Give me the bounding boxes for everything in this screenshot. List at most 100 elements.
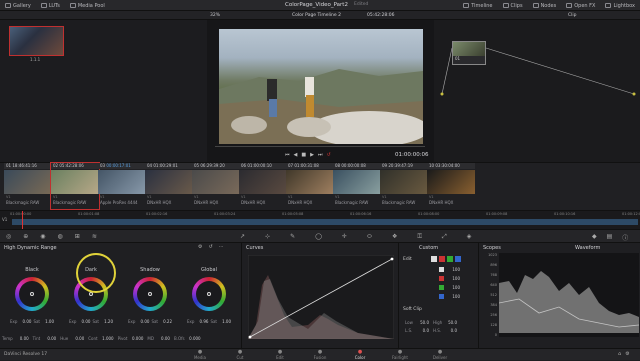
camera-raw-icon[interactable]: ◎ — [6, 233, 11, 240]
clip-07[interactable]: 07 01:00:31:08 V1 DNxHR HQX — [286, 163, 334, 209]
md-value[interactable]: 0.00 — [158, 336, 170, 342]
wheel-puck[interactable] — [148, 292, 152, 296]
page-tab-deliver[interactable]: ● Deliver — [420, 349, 460, 361]
page-tab-color[interactable]: ● Color — [340, 349, 380, 361]
node-01[interactable]: 01 — [452, 41, 486, 65]
curves-icon[interactable]: ↗ — [240, 233, 245, 241]
curves-graph[interactable] — [248, 255, 394, 339]
channel-red-swatch[interactable] — [439, 256, 445, 262]
channel-value[interactable]: 100 — [448, 267, 460, 272]
3d-icon[interactable]: ◈ — [467, 233, 472, 241]
hdr-reset-icon[interactable]: ↺ — [208, 244, 212, 250]
node-graph[interactable]: 01 — [434, 20, 640, 162]
wheel-puck[interactable] — [30, 292, 34, 296]
primaries-icon[interactable]: ◉ — [40, 233, 45, 240]
hs-value[interactable]: 0.0 — [445, 328, 457, 333]
ls-value[interactable]: 0.0 — [417, 328, 429, 333]
motion-effects-icon[interactable]: ≋ — [92, 233, 97, 240]
channel-blue-swatch[interactable] — [455, 256, 461, 262]
exp-value[interactable]: 0.00 — [137, 319, 150, 324]
gallery-still[interactable] — [9, 26, 64, 56]
mini-timeline[interactable]: 01:00:00:00 01:00:01:08 01:00:02:16 01:00:0… — [0, 210, 640, 229]
scopes-icon[interactable]: ▤ — [607, 233, 613, 242]
hdr-more-icon[interactable]: ⋯ — [219, 244, 224, 250]
media-pool-button[interactable]: Media Pool — [65, 0, 110, 11]
play-icon[interactable]: ▶ — [310, 152, 314, 158]
clip-01[interactable]: 01 18:46:41:16 V1 Blackmagic RAW — [4, 163, 52, 209]
page-tab-fairlight[interactable]: ● Fairlight — [380, 349, 420, 361]
color-warper-icon[interactable]: ⊹ — [265, 233, 270, 241]
channel-value[interactable]: 100 — [448, 294, 460, 299]
clip-02[interactable]: 02 05:42:28:06 V1 Blackmagic RAW — [50, 162, 100, 210]
clip-04[interactable]: 04 01:00:29:01 V1 DNxHR HQX — [145, 163, 193, 209]
color-wheel[interactable] — [133, 277, 167, 311]
exp-value[interactable]: 0.00 — [78, 319, 91, 324]
blur-icon[interactable]: ❖ — [392, 233, 397, 241]
channel-value[interactable]: 100 — [448, 276, 460, 281]
tint-value[interactable]: 0.00 — [44, 336, 56, 342]
home-icon[interactable]: ⌂ — [618, 351, 621, 357]
b-ofs-value[interactable]: 0.000 — [189, 336, 200, 342]
clip-05[interactable]: 05 06:29:39:20 V1 DNxHR HQX — [192, 163, 240, 209]
page-tab-cut[interactable]: ● Cut — [220, 349, 260, 361]
magic-mask-icon[interactable]: ⬭ — [367, 233, 372, 241]
clip-mode-select[interactable]: Clip — [568, 13, 577, 18]
clip-10[interactable]: 10 03:30:04:00 V1 DNxHR HQX — [427, 163, 475, 209]
gallery-button[interactable]: Gallery — [0, 0, 36, 11]
settings-icon[interactable]: ⚙ — [625, 351, 629, 357]
temp-value[interactable]: 0.00 — [17, 336, 29, 342]
stop-icon[interactable]: ■ — [301, 152, 306, 158]
hdr-icon[interactable]: ◍ — [58, 233, 63, 240]
clip-03[interactable]: 03 00:00:17:01 V1 Apple ProRes 4444 — [98, 163, 146, 209]
playhead[interactable] — [22, 211, 23, 229]
nodes-button[interactable]: Nodes — [528, 0, 562, 11]
cont-value[interactable]: 1.000 — [102, 336, 113, 342]
sat-value[interactable]: 1.00 — [42, 319, 54, 324]
color-match-icon[interactable]: ⊕ — [23, 233, 28, 240]
pivot-value[interactable]: 0.000 — [131, 336, 143, 342]
wheel-puck[interactable] — [207, 292, 211, 296]
clip-06[interactable]: 06 01:00:00:10 V1 DNxHR HQX — [239, 163, 287, 209]
page-tab-fusion[interactable]: ● Fusion — [300, 349, 340, 361]
exp-value[interactable]: 0.00 — [19, 319, 32, 324]
rgb-mixer-icon[interactable]: ⊞ — [75, 233, 80, 240]
sat-value[interactable]: 1.00 — [219, 319, 231, 324]
channel-value[interactable]: 100 — [448, 285, 460, 290]
openfx-button[interactable]: Open FX — [561, 0, 600, 11]
skip-back-icon[interactable]: ⏮ — [285, 152, 290, 158]
timeline-button[interactable]: Timeline — [458, 0, 497, 11]
timeline-name[interactable]: Color Page Timeline 2 — [292, 13, 341, 18]
color-wheel[interactable] — [192, 277, 226, 311]
viewer-scrubber[interactable] — [215, 146, 425, 147]
clip-08[interactable]: 08 00:00:00:08 V1 Blackmagic RAW — [333, 163, 381, 209]
loop-icon[interactable]: ↺ — [326, 152, 330, 158]
sizing-icon[interactable]: ⤢ — [442, 233, 447, 241]
skip-forward-icon[interactable]: ⏭ — [318, 152, 323, 158]
channel-green-swatch[interactable] — [447, 256, 453, 262]
channel-white-swatch[interactable] — [431, 256, 437, 262]
clip-09[interactable]: 09 20:39:47:19 V1 Blackmagic RAW — [380, 163, 428, 209]
hue-value[interactable]: 0.00 — [72, 336, 84, 342]
low-value[interactable]: 50.0 — [417, 320, 429, 325]
luts-button[interactable]: LUTs — [36, 0, 65, 11]
sat-value[interactable]: 0.22 — [160, 319, 172, 324]
page-tab-edit[interactable]: ● Edit — [260, 349, 300, 361]
high-value[interactable]: 50.0 — [445, 320, 457, 325]
sat-value[interactable]: 1.20 — [101, 319, 113, 324]
hdr-settings-icon[interactable]: ⚙ — [198, 244, 202, 250]
tracker-icon[interactable]: ✛ — [342, 233, 347, 241]
keyframes-icon[interactable]: ◆ — [592, 233, 597, 242]
qualifier-icon[interactable]: ✎ — [290, 233, 295, 241]
info-icon[interactable]: ⓘ — [622, 233, 628, 242]
color-wheel[interactable] — [15, 277, 49, 311]
clips-button[interactable]: Clips — [498, 0, 528, 11]
exp-value[interactable]: 0.96 — [196, 319, 209, 324]
zoom-level[interactable]: 32% — [210, 13, 220, 18]
key-icon[interactable]: ⚿ — [417, 233, 422, 241]
lightbox-button[interactable]: Lightbox — [600, 0, 640, 11]
scope-type-select[interactable]: Waveform — [575, 245, 600, 251]
window-icon[interactable]: ◯ — [315, 233, 322, 241]
video-frame[interactable] — [219, 29, 423, 144]
page-tab-media[interactable]: ● Media — [180, 349, 220, 361]
play-reverse-icon[interactable]: ◀ — [294, 152, 298, 158]
